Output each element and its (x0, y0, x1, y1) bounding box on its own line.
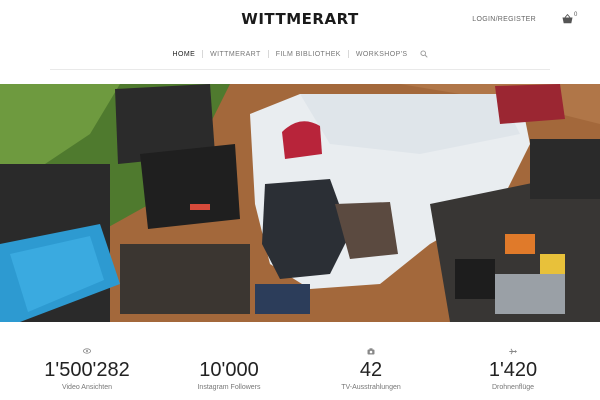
stats-section: 1'500'282 Video Ansichten 10'000 Instagr… (0, 348, 600, 400)
stat-drone-flights: 1'420 Drohnenflüge (453, 348, 573, 391)
stat-instagram-followers: 10'000 Instagram Followers (169, 348, 289, 391)
plane-icon (453, 348, 573, 356)
nav-item-film-bibliothek[interactable]: FILM BIBLIOTHEK (269, 51, 348, 58)
site-header: WITTMERART LOGIN/REGISTER 0 HOME WITTMER… (0, 0, 600, 72)
basket-icon (562, 14, 573, 24)
camera-icon (311, 348, 431, 356)
stat-label: TV-Ausstrahlungen (341, 384, 401, 391)
stat-value: 10'000 (199, 359, 259, 381)
nav-item-wittmerart[interactable]: WITTMERART (203, 51, 268, 58)
nav-item-workshops[interactable]: WORKSHOP'S (349, 51, 415, 58)
stat-label: Instagram Followers (197, 384, 261, 391)
stat-icon-placeholder (169, 348, 289, 356)
stat-label: Video Ansichten (61, 384, 113, 391)
hero-image (0, 84, 600, 322)
header-divider (50, 69, 550, 70)
eye-icon (27, 348, 147, 356)
login-register-link[interactable]: LOGIN/REGISTER (472, 16, 536, 23)
cart-count: 0 (574, 12, 578, 18)
search-icon[interactable] (414, 45, 434, 63)
stat-value: 1'500'282 (44, 359, 130, 381)
cart-button[interactable]: 0 (562, 12, 586, 28)
nav-item-home[interactable]: HOME (166, 51, 203, 58)
stat-value: 42 (359, 359, 383, 381)
stat-tv-broadcasts: 42 TV-Ausstrahlungen (311, 348, 431, 391)
stat-video-views: 1'500'282 Video Ansichten (27, 348, 147, 391)
stat-label: Drohnenflüge (491, 384, 535, 391)
main-nav: HOME WITTMERART FILM BIBLIOTHEK WORKSHOP… (0, 45, 600, 63)
stat-value: 1'420 (488, 359, 538, 381)
